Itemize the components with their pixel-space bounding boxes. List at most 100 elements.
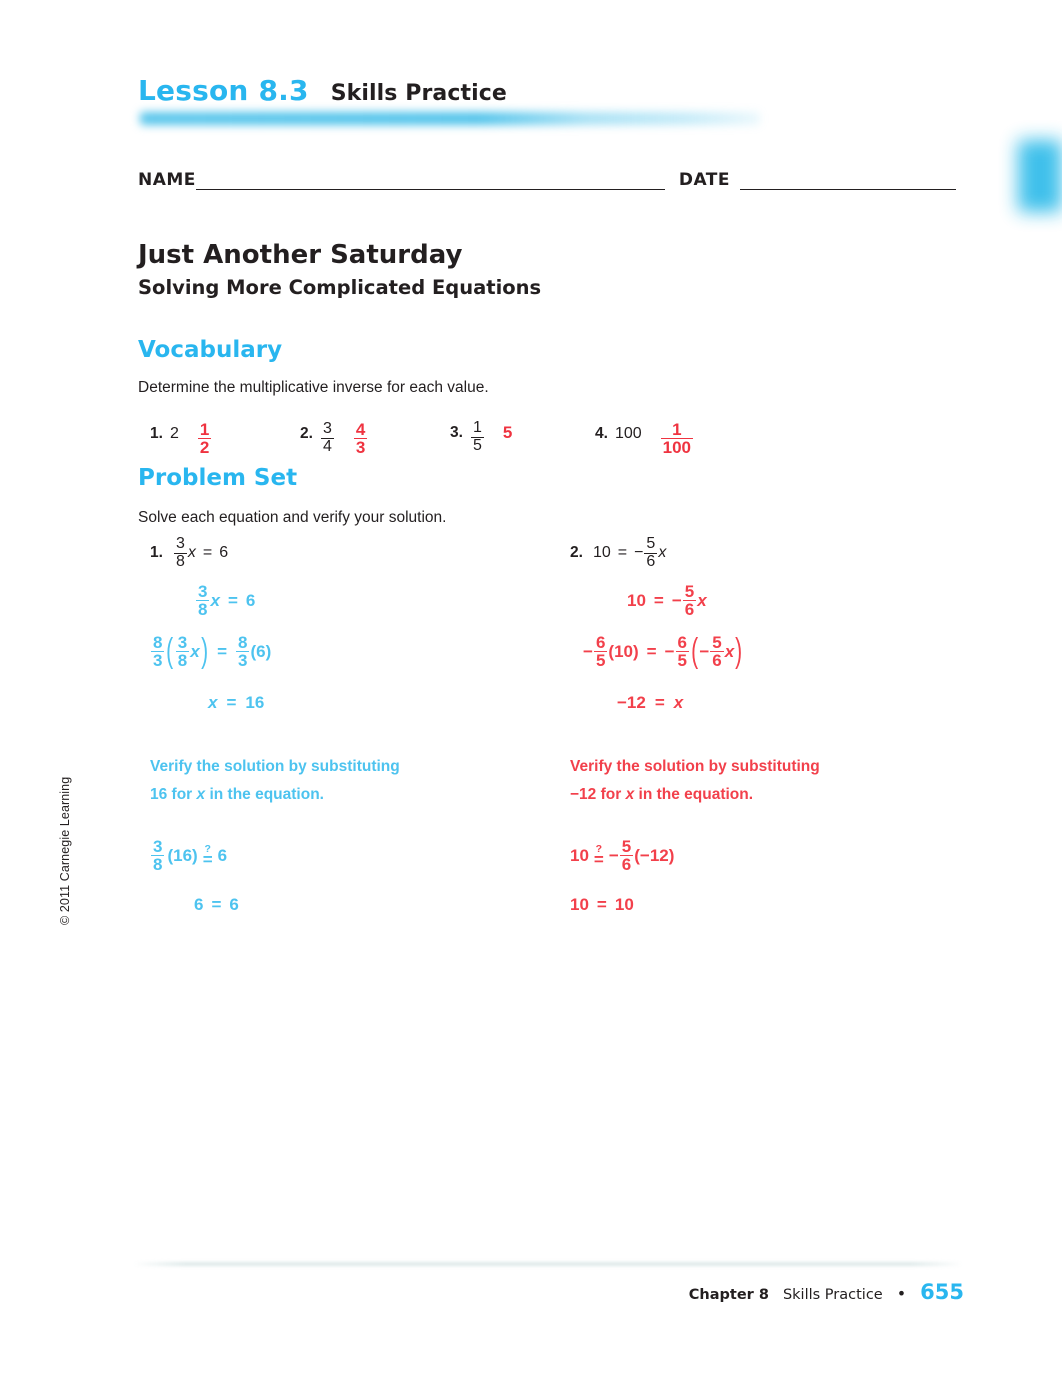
equals-sign: =	[202, 849, 213, 869]
lesson-number: Lesson 8.3	[138, 74, 309, 107]
verify-line-2: −12 for x in the equation.	[570, 786, 754, 804]
solution-value: −12	[617, 692, 646, 712]
close-paren: )	[735, 632, 743, 671]
item-value: 100	[614, 425, 642, 443]
fraction-denominator: 5	[675, 651, 689, 670]
question-equals-icon: ? =	[202, 844, 213, 869]
fraction-denominator: 4	[320, 437, 334, 455]
footer-rule	[133, 1262, 963, 1266]
fraction-numerator: 1	[199, 419, 210, 439]
fraction-denominator: 2	[197, 437, 212, 457]
page-subtitle: Solving More Complicated Equations	[138, 276, 542, 299]
fraction-numerator: 3	[198, 581, 208, 601]
problem-1: 1. 3 8 x = 6 3 8 x = 6 8 3 (3 8 x) = 8…	[150, 535, 570, 929]
name-input-rule[interactable]	[195, 189, 665, 190]
fraction: 8 3	[236, 633, 250, 670]
equals-sign: =	[653, 590, 664, 610]
verify-line-1: Verify the solution by substituting	[570, 758, 820, 775]
footer-separator-dot: •	[896, 1284, 907, 1303]
item-value: 3 4	[320, 413, 335, 455]
solution-step-2: 8 3 ( 3 8 x ) = 8 3 (6)	[150, 625, 570, 678]
left-hand-side: 10	[570, 845, 589, 865]
check-step-1: 10 ? = − 5 6 (−12)	[570, 831, 990, 880]
fraction: 6 5	[675, 633, 689, 670]
equals-sign: =	[217, 641, 227, 661]
negative-sign: −	[671, 590, 682, 610]
equals-sign: =	[617, 544, 628, 561]
solution-step-2: − 6 5 (10) = − 6 5 ( − 5 6 x )	[570, 625, 990, 678]
problem-number: 2.	[570, 544, 583, 561]
variable: x	[724, 641, 735, 661]
fraction-denominator: 3	[353, 437, 368, 457]
fraction-numerator: 3	[322, 420, 332, 438]
negative-sign: −	[664, 641, 675, 661]
vocabulary-items: 1. 2 1 2 2. 3 4 4 3 3. 1 5 5 4. 100 1 10…	[150, 408, 970, 456]
worksheet-page: Lesson 8.3 Skills Practice NAME DATE Jus…	[0, 0, 1062, 1377]
negative-sign: −	[583, 641, 593, 661]
solution-step-3: x = 16	[150, 678, 570, 727]
problem-2: 2. 10 = − 5 6 x 10 = − 5 6 x − 6 5 (10) …	[570, 535, 990, 929]
equals-sign: =	[202, 544, 213, 561]
fraction: 8 3	[151, 633, 165, 670]
solution-step-1: 10 = − 5 6 x	[570, 576, 990, 625]
variable: x	[697, 590, 707, 610]
fraction-denominator: 8	[151, 855, 165, 875]
check-right: 6	[229, 894, 239, 914]
vocabulary-item-1: 1. 2 1 2	[150, 412, 212, 456]
left-hand-side: 10	[592, 544, 611, 561]
check-right: 10	[614, 894, 634, 914]
fraction: 5 6	[682, 581, 697, 619]
page-edge-tab	[1018, 140, 1062, 212]
problem-2-solution-steps: 10 = − 5 6 x − 6 5 (10) = − 6 5 (− 5 6 …	[570, 576, 990, 727]
vocabulary-item-3: 3. 1 5 5	[450, 412, 512, 454]
variable: x	[196, 786, 206, 804]
negative-sign: −	[699, 641, 710, 661]
open-paren: (	[166, 632, 174, 671]
fraction: 5 6	[710, 633, 724, 670]
fraction: 1 100	[660, 420, 694, 457]
fraction-numerator: 3	[177, 632, 188, 652]
fraction-denominator: 8	[175, 651, 190, 670]
substituted-value: (−12)	[634, 845, 675, 865]
fraction-numerator: 4	[355, 419, 366, 439]
fraction-numerator: 6	[595, 632, 606, 652]
problem-1-solution-steps: 3 8 x = 6 8 3 ( 3 8 x ) = 8 3 (6) x = 16	[150, 576, 570, 727]
fraction: 3 8	[173, 535, 187, 570]
fraction: 3 4	[320, 420, 334, 455]
fraction: 3 8	[196, 581, 210, 619]
check-left: 6	[194, 894, 204, 914]
check-step-1: 3 8 (16) ? = 6	[150, 831, 570, 880]
problem-number: 1.	[150, 544, 163, 561]
item-answer: 1 2	[197, 412, 212, 456]
fraction-denominator: 6	[619, 855, 634, 875]
open-paren: (	[691, 632, 699, 671]
fraction-numerator: 3	[175, 535, 185, 553]
solution-value: 16	[245, 692, 265, 712]
item-number: 2.	[300, 425, 313, 443]
date-input-rule[interactable]	[740, 189, 956, 190]
footer-section: Skills Practice	[782, 1287, 883, 1303]
variable: x	[208, 692, 218, 712]
fraction-numerator: 5	[684, 581, 695, 601]
fraction-denominator: 100	[660, 437, 694, 457]
substituted-value: (10)	[608, 641, 639, 661]
variable: x	[187, 544, 196, 561]
problem-1-prompt: 1. 3 8 x = 6	[150, 535, 570, 570]
problem-1-check-steps: 3 8 (16) ? = 6 6 = 6	[150, 831, 570, 929]
item-answer: 1 100	[660, 412, 694, 456]
equals-sign: =	[654, 692, 665, 712]
variable: x	[673, 692, 684, 712]
fraction-denominator: 3	[236, 651, 250, 670]
problem-set-heading: Problem Set	[138, 465, 298, 491]
fraction: 3 8	[175, 632, 190, 670]
equals-sign: =	[211, 894, 222, 914]
fraction: 5 6	[619, 838, 634, 875]
check-step-2: 6 = 6	[150, 880, 570, 929]
verify-line-2: 16 for x in the equation.	[150, 786, 324, 804]
variable: x	[658, 544, 667, 561]
variable: x	[625, 786, 635, 804]
problem-2-verify-text: Verify the solution by substituting −12 …	[570, 753, 910, 809]
problem-2-prompt: 2. 10 = − 5 6 x	[570, 535, 990, 570]
vocabulary-item-2: 2. 3 4 4 3	[300, 412, 368, 456]
vocabulary-item-4: 4. 100 1 100	[595, 412, 694, 456]
